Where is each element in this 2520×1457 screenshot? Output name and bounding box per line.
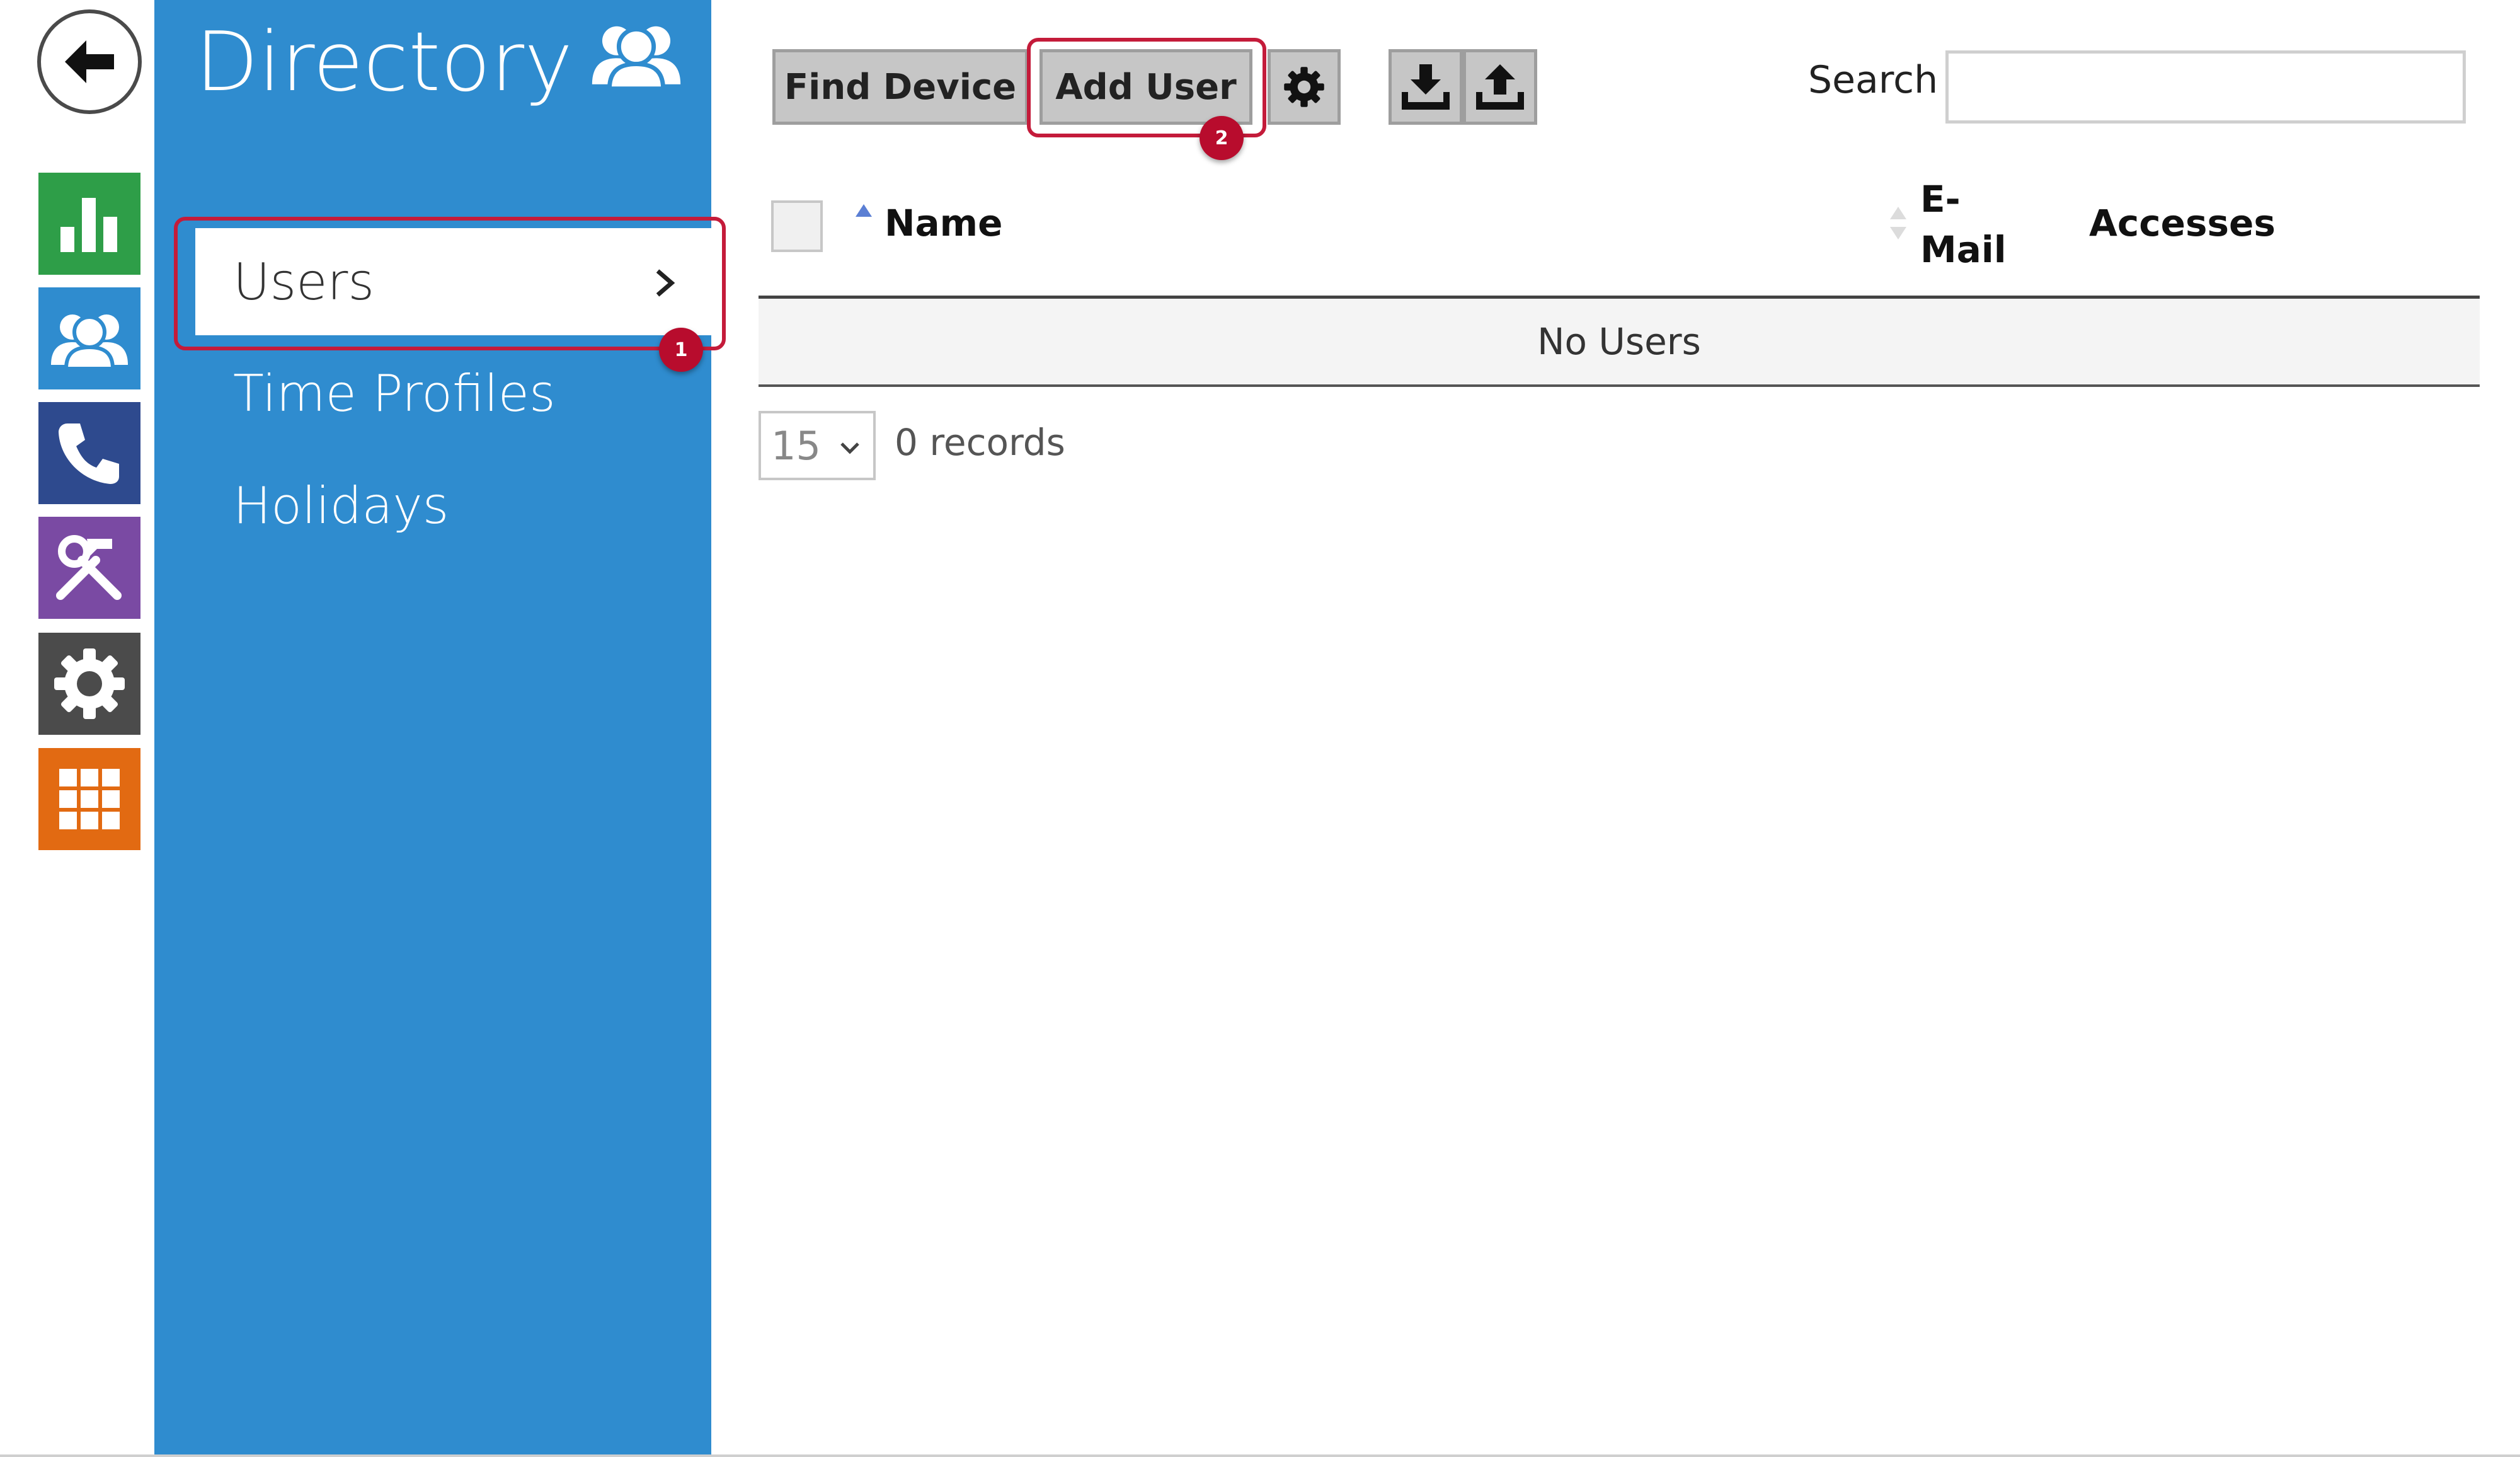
bar-chart-icon: [60, 198, 117, 252]
column-header-name[interactable]: Name: [885, 202, 1002, 245]
empty-message: No Users: [1537, 320, 1701, 363]
row-divider: [759, 384, 2480, 387]
highlight-users: [174, 217, 726, 350]
table-row-empty: No Users: [759, 299, 2480, 384]
gear-icon: [1284, 67, 1324, 107]
select-all-checkbox[interactable]: [771, 200, 823, 252]
back-arrow-icon: [65, 40, 114, 83]
settings-button[interactable]: [1268, 49, 1341, 125]
gear-icon: [54, 648, 125, 719]
chevron-down-icon: [840, 442, 859, 454]
download-icon: [1402, 64, 1450, 110]
rail-directory[interactable]: [38, 287, 140, 389]
step-badge-2: 2: [1200, 116, 1244, 160]
find-device-button[interactable]: Find Device: [772, 49, 1028, 125]
rail-hardware[interactable]: [38, 517, 140, 619]
grid-icon: [59, 769, 120, 829]
back-button[interactable]: [37, 9, 142, 114]
column-header-accesses[interactable]: Accesses: [2089, 202, 2276, 245]
page-size-select[interactable]: 15: [759, 411, 876, 480]
page-size-value: 15: [771, 422, 821, 469]
tools-icon: [56, 535, 122, 600]
users-icon: [589, 18, 684, 91]
bottom-divider: [0, 1454, 2520, 1457]
step-badge-1: 1: [659, 328, 703, 372]
sidebar-item-holidays[interactable]: Holidays: [233, 476, 449, 535]
phone-icon: [59, 423, 119, 484]
column-header-email-line1[interactable]: E-: [1920, 178, 1961, 221]
rail-services[interactable]: [38, 748, 140, 850]
rail-system[interactable]: [38, 633, 140, 735]
upload-icon: [1476, 64, 1524, 110]
download-button[interactable]: [1389, 49, 1463, 125]
search-label: Search: [1808, 58, 1939, 102]
upload-button[interactable]: [1463, 49, 1537, 125]
search-input[interactable]: [1945, 50, 2466, 124]
sort-both-icon[interactable]: [1889, 205, 1908, 243]
rail-calls[interactable]: [38, 402, 140, 504]
users-icon: [51, 314, 128, 370]
sidebar-item-time-profiles[interactable]: Time Profiles: [233, 364, 556, 423]
sidebar-title: Directory: [195, 14, 573, 110]
column-header-email-line2[interactable]: Mail: [1920, 228, 2007, 271]
sort-asc-icon: [854, 203, 873, 221]
records-count: 0 records: [895, 421, 1065, 464]
rail-status[interactable]: [38, 173, 140, 275]
